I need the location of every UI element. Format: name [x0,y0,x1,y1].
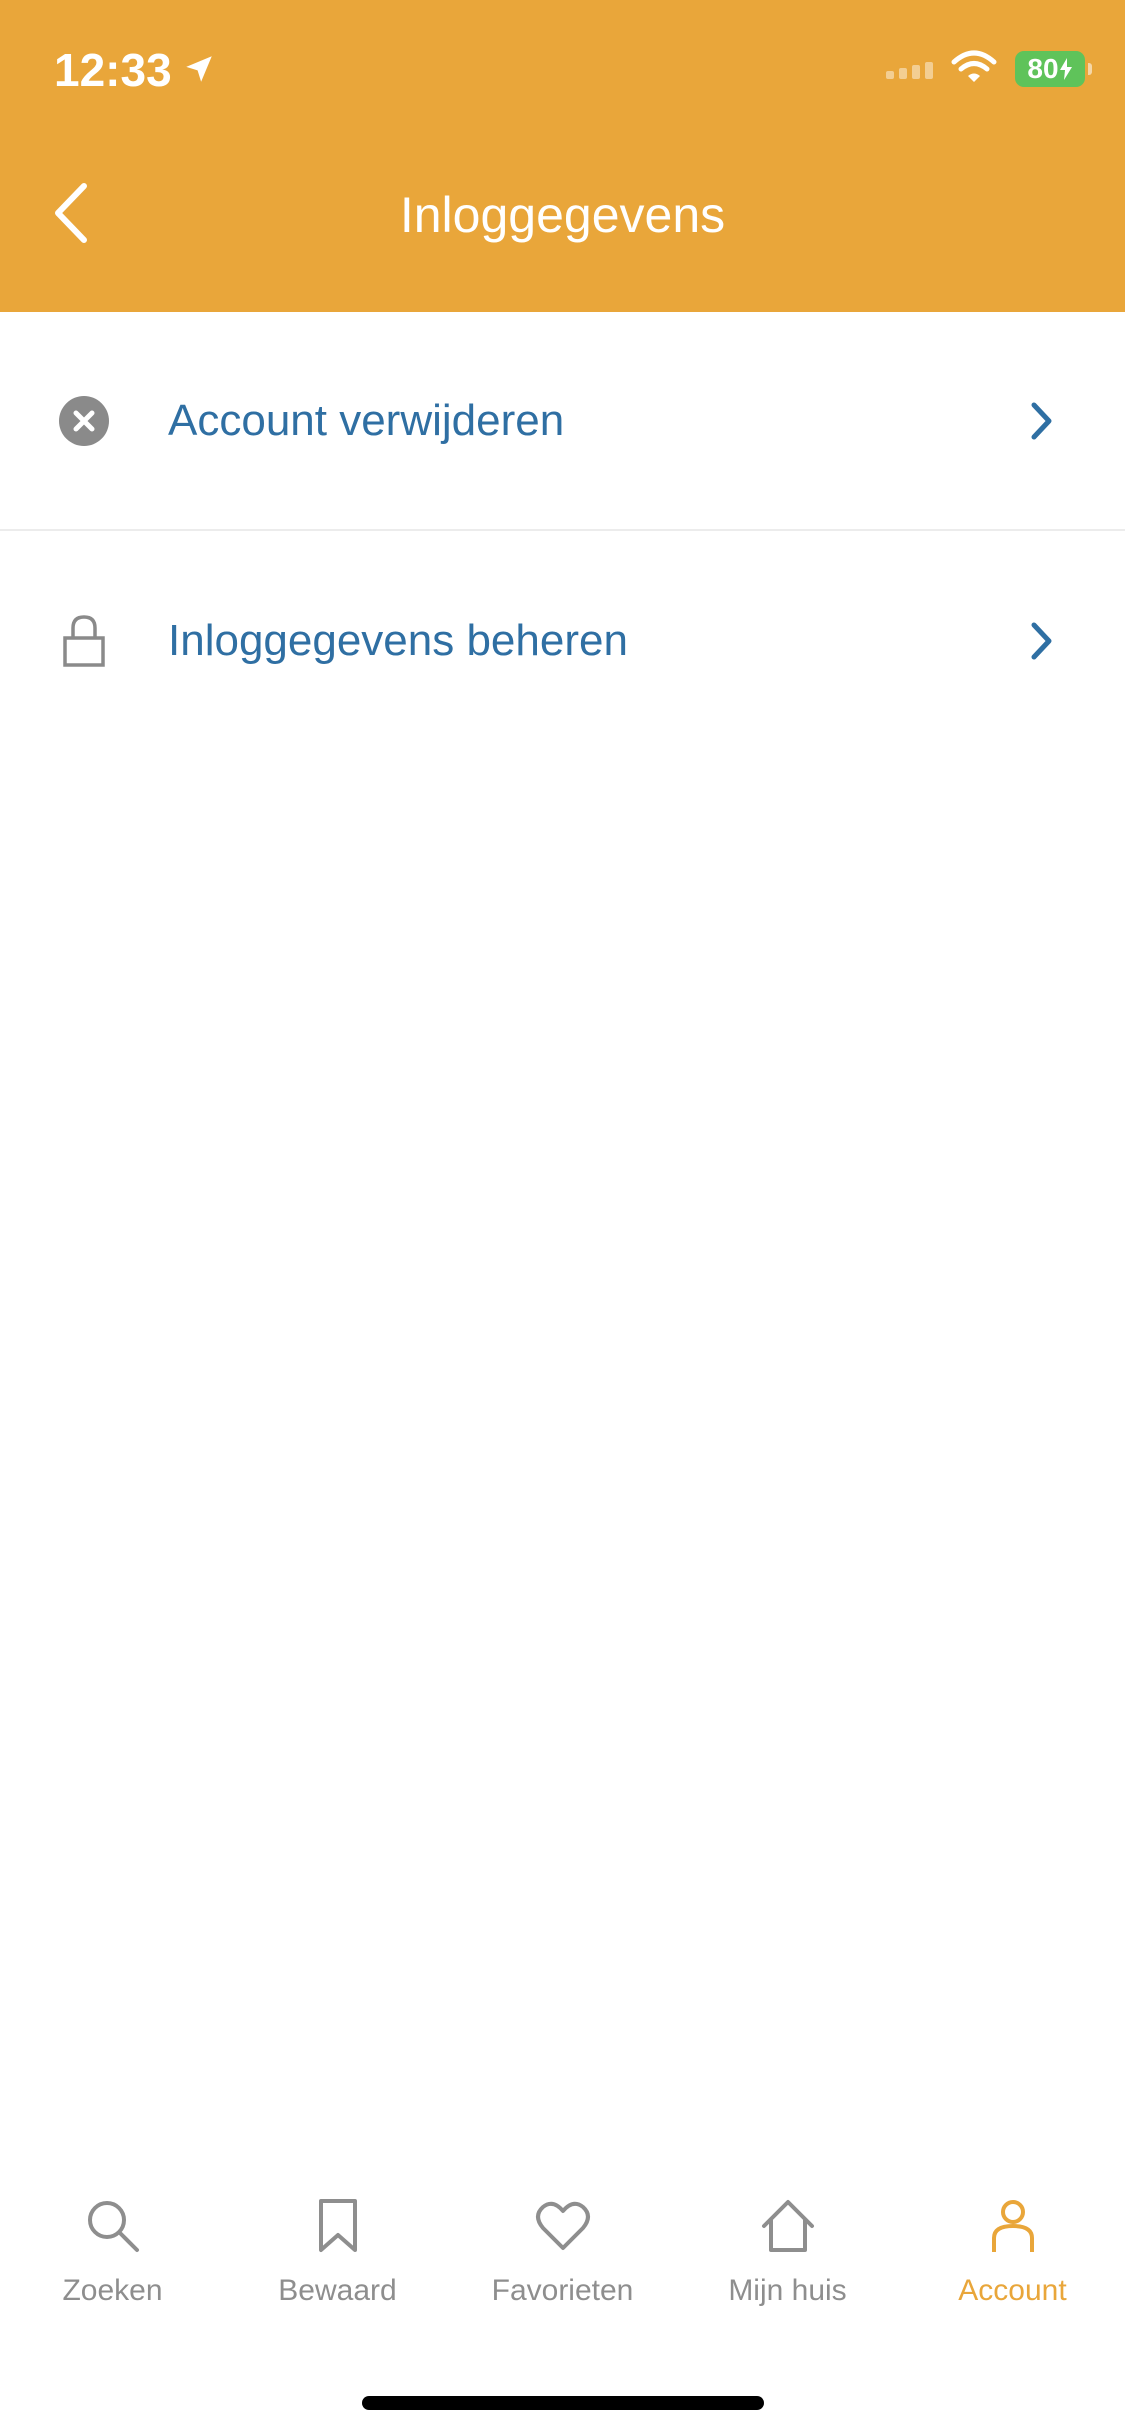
charging-bolt-icon [1059,58,1072,80]
bookmark-icon [306,2194,370,2258]
tab-bewaard[interactable]: Bewaard [225,2160,450,2360]
status-bar-indicators: 80 [886,44,1092,94]
chevron-right-icon [1027,401,1057,441]
tab-account[interactable]: Account [900,2160,1125,2360]
wifi-icon [951,50,997,89]
tab-label: Favorieten [491,2274,634,2307]
header-bar: 12:33 80 Inloggegevens [0,0,1125,312]
tab-label: Zoeken [62,2274,163,2307]
battery-level-text: 80 [1027,53,1059,84]
tab-favorieten[interactable]: Favorieten [450,2160,675,2360]
tab-label: Bewaard [278,2274,397,2307]
heart-icon [531,2194,595,2258]
status-time-text: 12:33 [54,44,172,96]
settings-list: Account verwijderen Inloggegevens behere… [0,312,1125,750]
status-bar-time: 12:33 [54,40,216,100]
location-arrow-icon [182,40,216,100]
list-item-label: Inloggegevens beheren [168,615,628,665]
battery-icon: 80 [1015,51,1092,87]
chevron-right-icon [1027,621,1057,661]
tab-mijn-huis[interactable]: Mijn huis [675,2160,900,2360]
tab-label: Mijn huis [728,2274,847,2307]
lock-icon [58,613,110,669]
list-item-label: Account verwijderen [168,395,565,445]
page-title: Inloggegevens [399,187,726,243]
person-icon [981,2194,1045,2258]
house-icon [756,2194,820,2258]
tab-bar: Zoeken Bewaard Favorieten Mijn huis Acco… [0,2160,1125,2360]
list-item-account-verwijderen[interactable]: Account verwijderen [0,312,1125,531]
tab-label: Account [958,2274,1067,2307]
search-icon [81,2194,145,2258]
home-indicator[interactable] [362,2396,764,2410]
close-circle-icon [58,393,110,449]
tab-zoeken[interactable]: Zoeken [0,2160,225,2360]
list-item-inloggegevens-beheren[interactable]: Inloggegevens beheren [0,531,1125,750]
cellular-signal-icon [886,59,933,79]
